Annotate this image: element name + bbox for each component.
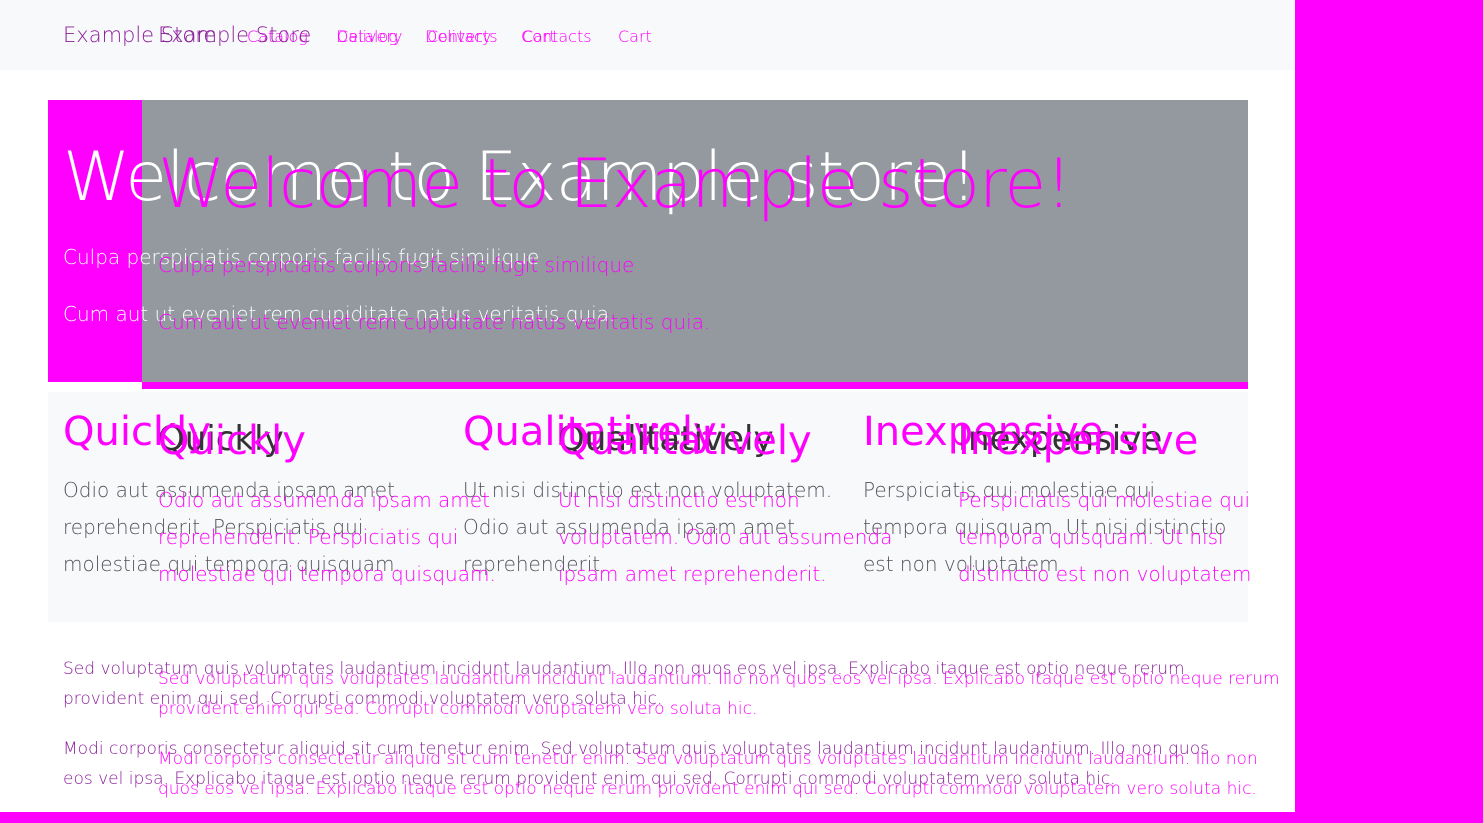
paragraph-1-overlay: Sed voluptatum quis voluptates laudantiu…	[158, 669, 1280, 719]
feature-title-inexpensive-overlay: Inexpensive	[958, 418, 1199, 464]
nav-link-delivery-overlay[interactable]: Delivery	[425, 27, 491, 46]
feature-text-quickly-overlay: Odio aut assumenda ipsam amet reprehende…	[158, 488, 496, 586]
right-margin-band	[1295, 0, 1483, 823]
paragraph-2-overlay: Modi corporis consectetur aliquid sit cu…	[158, 749, 1258, 799]
nav-link-catalog-overlay[interactable]: Catalog	[337, 27, 398, 46]
feature-title-quickly-overlay: Quickly	[158, 418, 306, 464]
nav-link-contacts-overlay[interactable]: Contacts	[521, 27, 592, 46]
bottom-margin-band	[0, 812, 1483, 823]
feature-text-qualitatively-overlay: Ut nisi distinctio est non voluptatem. O…	[558, 488, 893, 586]
feature-text-inexpensive-overlay: Perspiciatis qui molestiae qui tempora q…	[958, 488, 1252, 586]
feature-title-qualitatively-overlay: Qualitatively	[558, 418, 812, 464]
hero-subtitle-1-overlay: Culpa perspiciatis corporis facilis fugi…	[158, 253, 635, 277]
page: Example Store Catalog Delivery Contacts …	[0, 0, 1295, 812]
nav-link-cart-overlay[interactable]: Cart	[618, 27, 652, 46]
hero-title-overlay: Welcome to Example store!	[158, 145, 1072, 224]
hero-subtitle-2-overlay: Cum aut ut eveniet rem cupiditate natus …	[158, 310, 711, 334]
hero-overlay-border	[142, 382, 1248, 389]
brand-link-overlay[interactable]: Example Store	[158, 23, 311, 47]
